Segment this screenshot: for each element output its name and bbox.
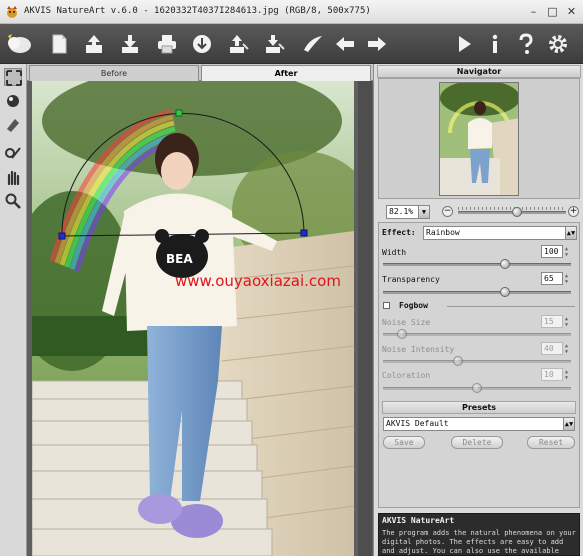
width-label: Width [382, 248, 407, 257]
navigator-header: Navigator [377, 65, 581, 78]
view-tabs: Before After [27, 64, 373, 81]
spin-arrows-icon[interactable]: ▲ ▼ [563, 369, 570, 382]
effect-value: Rainbow [426, 228, 460, 237]
main-toolbar [0, 24, 583, 64]
coloration-input[interactable]: 10 ▲ ▼ [541, 368, 568, 381]
transparency-value: 65 [544, 274, 554, 283]
chevron-down-icon: ▼ [418, 206, 429, 218]
effect-parameters: Effect: Rainbow ▲▼ Width 100 ▲ ▼ Transpar… [378, 222, 580, 508]
zoom-slider-knob[interactable] [512, 207, 523, 217]
zoom-icon[interactable] [4, 192, 22, 210]
description-text: The program adds the natural phenomena o… [382, 529, 576, 555]
noise-intensity-label: Noise Intensity [382, 345, 455, 354]
noise-size-slider-knob[interactable] [396, 329, 407, 339]
export-preset-icon[interactable] [262, 32, 286, 56]
coloration-slider-knob[interactable] [472, 383, 482, 393]
watermark-text: www.ouyaoxiazai.com [175, 272, 341, 290]
title-bar: AKVIS NatureArt v.6.0 - 1620332T4037I284… [0, 0, 583, 24]
import-preset-icon[interactable] [226, 32, 250, 56]
width-slider-knob[interactable] [500, 259, 511, 269]
zoom-out-button[interactable]: − [442, 206, 453, 217]
settings-icon[interactable] [546, 32, 570, 56]
transparency-label: Transparency [382, 275, 440, 284]
effects-icon[interactable] [4, 30, 34, 58]
maximize-button[interactable]: □ [545, 4, 560, 19]
noise-size-slider[interactable] [383, 333, 571, 336]
presets-header: Presets [382, 401, 576, 414]
share-icon[interactable] [190, 32, 214, 56]
transparency-input[interactable]: 65 ▲ ▼ [541, 272, 568, 285]
print-icon[interactable] [155, 32, 179, 56]
tools-panel [0, 64, 27, 556]
description-title: AKVIS NatureArt [382, 516, 455, 525]
minimize-button[interactable]: – [526, 4, 541, 19]
photo-preview: BEA [32, 81, 354, 556]
save-file-icon[interactable] [118, 32, 142, 56]
fogbow-checkbox[interactable] [383, 302, 390, 309]
navigator-box [378, 78, 580, 199]
close-button[interactable]: ✕ [564, 4, 579, 19]
noise-intensity-slider-knob[interactable] [453, 356, 464, 366]
info-icon[interactable] [483, 32, 507, 56]
spin-arrows-icon[interactable]: ▲ ▼ [563, 343, 570, 356]
width-slider[interactable] [383, 263, 571, 266]
presets-dropdown[interactable]: AKVIS Default ▲▼ [383, 417, 575, 431]
zoom-dropdown[interactable]: 82.1% ▼ [386, 205, 430, 219]
image-canvas[interactable]: BEA [27, 81, 373, 556]
noise-size-input[interactable]: 15 ▲ ▼ [541, 315, 568, 328]
transparency-slider[interactable] [383, 291, 571, 294]
hand-icon[interactable] [4, 168, 22, 186]
zoom-fit-icon[interactable] [4, 68, 22, 86]
photo-image: BEA [32, 81, 354, 556]
chevron-down-icon: ▲▼ [565, 227, 576, 239]
noise-intensity-input[interactable]: 40 ▲ ▼ [541, 342, 568, 355]
noise-intensity-slider[interactable] [383, 360, 571, 363]
vertical-scrollbar[interactable] [358, 81, 372, 556]
fogbow-divider [447, 306, 575, 307]
spin-arrows-icon[interactable]: ▲ ▼ [563, 273, 570, 286]
new-document-icon[interactable] [47, 32, 71, 56]
help-icon[interactable] [514, 32, 538, 56]
spin-arrows-icon[interactable]: ▲ ▼ [563, 246, 570, 259]
navigator-thumbnail[interactable] [439, 82, 519, 196]
noise-size-label: Noise Size [382, 318, 431, 327]
zoom-controls: 82.1% ▼ − + [378, 203, 580, 221]
window-title: AKVIS NatureArt v.6.0 - 1620332T4037I284… [24, 6, 371, 16]
coloration-value: 10 [544, 370, 554, 379]
redo-arrow-icon[interactable] [365, 32, 389, 56]
tab-before[interactable]: Before [29, 65, 199, 81]
width-value: 100 [544, 247, 559, 256]
zoom-in-button[interactable]: + [568, 206, 579, 217]
apply-mask-icon[interactable] [4, 92, 22, 110]
run-icon[interactable] [452, 32, 476, 56]
undo-arrow-icon[interactable] [333, 32, 357, 56]
zoom-value: 82.1% [389, 207, 414, 216]
eraser-icon[interactable] [4, 116, 22, 134]
chevron-down-icon: ▲▼ [563, 418, 574, 430]
svg-text:BEA: BEA [166, 252, 193, 266]
brush-presets-icon[interactable] [300, 32, 324, 56]
open-file-icon[interactable] [82, 32, 106, 56]
transparency-slider-knob[interactable] [500, 287, 511, 297]
app-logo-icon [7, 6, 17, 18]
noise-size-value: 15 [544, 317, 554, 326]
save-preset-button[interactable]: Save [383, 436, 425, 449]
reset-preset-button[interactable]: Reset [527, 436, 575, 449]
delete-preset-button[interactable]: Delete [451, 436, 503, 449]
effect-label: Effect: [382, 228, 416, 237]
tab-after[interactable]: After [201, 65, 371, 81]
preset-value: AKVIS Default [386, 419, 449, 428]
width-input[interactable]: 100 ▲ ▼ [541, 245, 568, 258]
effect-dropdown[interactable]: Rainbow ▲▼ [423, 226, 577, 240]
guided-brush-icon[interactable] [4, 144, 22, 162]
coloration-label: Coloration [382, 371, 431, 380]
spin-arrows-icon[interactable]: ▲ ▼ [563, 316, 570, 329]
description-box: AKVIS NatureArt The program adds the nat… [378, 513, 580, 556]
fogbow-label: Fogbow [399, 301, 428, 310]
noise-intensity-value: 40 [544, 344, 554, 353]
settings-panel: Navigator 82.1% ▼ − + Effect: Rainbow ▲▼… [373, 64, 583, 556]
